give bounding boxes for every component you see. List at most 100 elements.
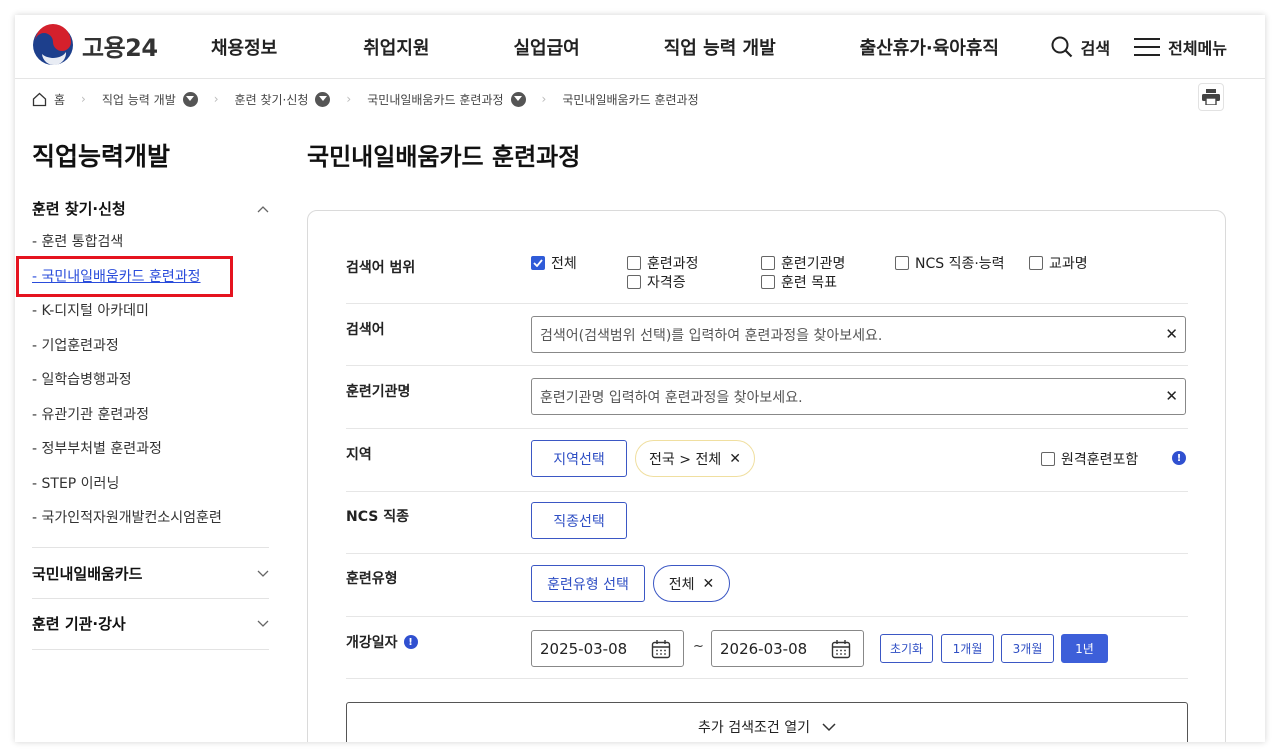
sidebar-item-ministry[interactable]: - 정부부처별 훈련과정 [32,438,269,473]
calendar-icon[interactable] [831,639,851,659]
sidebar-section-national-card[interactable]: 국민내일배움카드 [32,563,269,584]
start-date-label-text: 개강일자 [346,635,398,651]
chevron-down-icon[interactable] [182,91,198,107]
training-type-chip[interactable]: 전체 ✕ [653,565,730,602]
taegeuk-logo-icon [33,24,73,66]
checkbox-label: NCS 직종·능력 [915,256,1005,272]
print-button[interactable] [1198,83,1224,111]
remote-training-checkbox[interactable]: 원격훈련포함 [1041,449,1138,469]
keyword-label: 검색어 [346,322,385,338]
scope-goal-checkbox[interactable]: 훈련 목표 [761,272,837,292]
row-divider [346,553,1188,554]
scope-institution-checkbox[interactable]: 훈련기관명 [761,253,845,273]
row-divider [346,678,1188,679]
sidebar-section-training-search[interactable]: 훈련 찾기·신청 [32,198,269,219]
search-button[interactable]: 검색 [1051,35,1110,59]
more-conditions-button[interactable]: 추가 검색조건 열기 [346,702,1188,742]
nav-jobs[interactable]: 채용정보 [211,34,277,60]
checkbox-icon [895,256,909,270]
sidebar-item-step-elearning[interactable]: - STEP 이러닝 [32,473,269,508]
breadcrumb-item[interactable]: 직업 능력 개발 [102,91,198,108]
region-chip-label: 전국 > 전체 [649,451,722,468]
breadcrumb-item[interactable]: 훈련 찾기·신청 [235,91,331,108]
scope-all-checkbox[interactable]: 전체 [531,253,577,273]
training-type-button[interactable]: 훈련유형 선택 [531,565,645,602]
checkbox-icon [1029,256,1043,270]
ncs-select-button[interactable]: 직종선택 [531,502,627,539]
hamburger-icon [1134,38,1161,56]
divider [32,649,269,650]
clear-icon[interactable]: ✕ [1165,387,1178,405]
date-to-value: 2026-03-08 [720,639,808,658]
chevron-down-icon[interactable] [315,91,331,107]
region-label: 지역 [346,447,372,463]
keyword-input[interactable]: 검색어(검색범위 선택)를 입력하여 훈련과정을 찾아보세요. ✕ [531,316,1186,353]
date-from-input[interactable]: 2025-03-08 [531,630,684,667]
nav-employment-support[interactable]: 취업지원 [363,34,429,60]
nav-vocational-training[interactable]: 직업 능력 개발 [664,34,776,60]
sidebar-item-consortium[interactable]: - 국가인적자원개발컨소시엄훈련 [32,507,269,542]
scope-course-checkbox[interactable]: 훈련과정 [627,253,699,273]
period-3month-button[interactable]: 3개월 [1001,634,1054,663]
logo[interactable]: 고용24 [32,24,158,66]
all-menu-label: 전체메뉴 [1168,39,1227,58]
row-divider [346,303,1188,304]
institution-label: 훈련기관명 [346,384,411,400]
institution-input[interactable]: 훈련기관명 입력하여 훈련과정을 찾아보세요. ✕ [531,378,1186,415]
sidebar-item-related-agency[interactable]: - 유관기관 훈련과정 [32,404,269,439]
sidebar-item-label: - 정부부처별 훈련과정 [32,441,162,457]
scope-certificate-checkbox[interactable]: 자격증 [627,272,686,292]
scope-subject-checkbox[interactable]: 교과명 [1029,253,1088,273]
scope-ncs-checkbox[interactable]: NCS 직종·능력 [895,253,1005,273]
sidebar-item-corporate-training[interactable]: - 기업훈련과정 [32,335,269,370]
remove-icon[interactable]: ✕ [703,576,715,592]
calendar-icon[interactable] [651,639,671,659]
date-range-tilde: ~ [693,639,704,654]
breadcrumb-home[interactable]: 홈 [32,91,65,108]
row-divider [346,428,1188,429]
sidebar-item-work-study[interactable]: - 일학습병행과정 [32,369,269,404]
main-nav: 채용정보 취업지원 실업급여 직업 능력 개발 출산휴가·육아휴직 [211,15,999,79]
region-select-button[interactable]: 지역선택 [531,440,627,477]
breadcrumb-current: 국민내일배움카드 훈련과정 [562,91,698,108]
checkbox-label: 전체 [551,256,577,272]
sidebar-section-institution[interactable]: 훈련 기관·강사 [32,613,269,634]
sidebar-section-label: 훈련 찾기·신청 [32,200,126,218]
period-1month-button[interactable]: 1개월 [941,634,994,663]
type-chip-label: 전체 [668,576,695,593]
row-divider [346,491,1188,492]
nav-parental-leave[interactable]: 출산휴가·육아휴직 [860,34,999,60]
top-header: 고용24 채용정보 취업지원 실업급여 직업 능력 개발 출산휴가·육아휴직 검… [15,15,1265,79]
checkbox-icon [627,275,641,289]
breadcrumb-item[interactable]: 국민내일배움카드 훈련과정 [367,91,526,108]
nav-unemployment-benefit[interactable]: 실업급여 [514,34,580,60]
all-menu-button[interactable]: 전체메뉴 [1134,35,1227,59]
row-divider [346,365,1188,366]
utility-menu: 검색 전체메뉴 [1051,15,1227,79]
chevron-down-icon [257,570,269,577]
checkbox-label: 교과명 [1049,256,1088,272]
breadcrumb-label: 훈련 찾기·신청 [234,92,309,107]
sidebar-item-label: - K-디지털 아카데미 [32,303,149,319]
sidebar-item-label: - 국가인적자원개발컨소시엄훈련 [32,510,222,526]
checkbox-icon [761,256,775,270]
period-1year-button[interactable]: 1년 [1061,634,1108,663]
info-icon[interactable]: ! [403,635,418,649]
breadcrumb-home-label: 홈 [54,92,66,107]
info-icon[interactable]: ! [1172,451,1186,465]
page-frame: 고용24 채용정보 취업지원 실업급여 직업 능력 개발 출산휴가·육아휴직 검… [15,15,1265,742]
row-divider [346,616,1188,617]
printer-icon [1202,89,1220,105]
checkbox-icon [627,256,641,270]
date-to-input[interactable]: 2026-03-08 [711,630,864,667]
region-chip[interactable]: 전국 > 전체 ✕ [635,440,755,477]
clear-icon[interactable]: ✕ [1165,325,1178,343]
reset-date-button[interactable]: 초기화 [880,634,933,663]
chevron-up-icon [257,205,269,212]
sidebar-item-k-digital-academy[interactable]: - K-디지털 아카데미 [32,300,269,335]
checkbox-label: 훈련기관명 [781,256,846,272]
checkbox-label: 자격증 [647,275,686,291]
checkbox-checked-icon [531,256,545,270]
remove-icon[interactable]: ✕ [729,451,741,467]
chevron-down-icon[interactable] [510,91,526,107]
